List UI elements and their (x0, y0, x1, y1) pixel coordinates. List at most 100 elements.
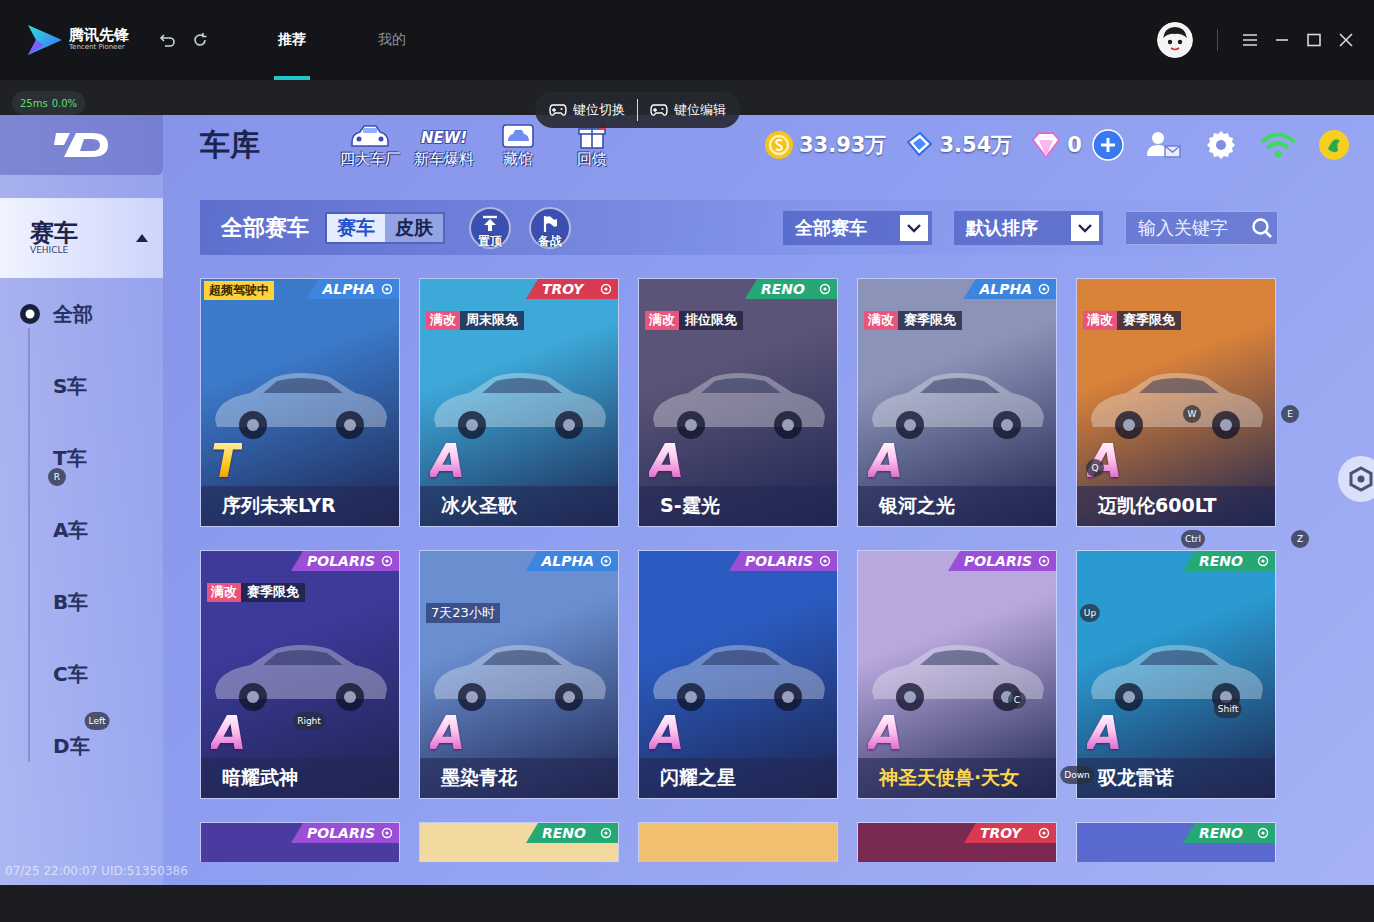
dropdown[interactable]: 全部赛车 (783, 211, 932, 245)
car-card[interactable] (638, 822, 838, 862)
key-hint[interactable]: Z (1291, 530, 1309, 548)
car-card[interactable]: POLARIS 满改赛季限免 A 暗耀武神 (200, 550, 400, 799)
car-name: 驭龙雷诺 (1077, 758, 1275, 798)
currency-value: 33.93万 (799, 131, 886, 159)
car-name: 序列未来LYR (201, 486, 399, 526)
garage-header: 车库 四大车厂NEW! 新车爆料 藏馆 回馈 33.93万 3.54万 0 (200, 115, 1374, 175)
add-currency-icon[interactable] (1092, 129, 1124, 161)
car-card[interactable]: POLARIS (200, 822, 400, 862)
currency: 0 (1030, 130, 1082, 160)
toggle-option[interactable]: 皮肤 (385, 214, 443, 242)
category-item[interactable]: C车 (0, 638, 163, 710)
car-card[interactable]: ALPHA 满改赛季限免 A 银河之光 (857, 278, 1057, 527)
key-hint[interactable]: Up (1080, 604, 1100, 622)
emulator-window: 腾讯先锋 Tencent Pioneer 推荐我的 25ms 0.0% 赛车 V… (0, 0, 1374, 922)
brand-emblem-icon (1038, 283, 1050, 295)
car-name: 迈凯伦600LT (1077, 486, 1275, 526)
car-card[interactable]: 满改赛季限免 A 迈凯伦600LT (1076, 278, 1276, 527)
coin-icon (764, 130, 794, 160)
maximize-icon[interactable] (1306, 33, 1322, 47)
dropdown[interactable]: 默认排序 (954, 211, 1103, 245)
brand-badge: TROY (964, 823, 1056, 843)
game-logo[interactable] (0, 115, 163, 175)
category-item[interactable]: B车 (0, 566, 163, 638)
key-hint[interactable]: Shift (1214, 700, 1242, 718)
shortcut-label: 藏馆 (503, 150, 533, 169)
museum-icon (500, 122, 536, 150)
grade-letter: A (649, 438, 685, 484)
brand-emblem-icon (381, 283, 393, 295)
car-card[interactable]: TROY 满改周末限免 A 冰火圣歌 (419, 278, 619, 527)
category-item[interactable]: T车 (0, 422, 163, 494)
category-item[interactable]: S车 (0, 350, 163, 422)
shortcut-button[interactable]: 回馈 (560, 122, 624, 169)
shortcut-button[interactable]: NEW! 新车爆料 (412, 122, 476, 169)
app-logo[interactable]: 腾讯先锋 Tencent Pioneer (24, 23, 129, 57)
grade-letter: A (1087, 710, 1123, 756)
grade-letter: A (868, 710, 904, 756)
shortcut-button[interactable]: 四大车厂 (338, 122, 402, 169)
refresh-icon[interactable] (191, 31, 209, 49)
grade-letter: A (430, 710, 466, 756)
category-item[interactable]: D车 (0, 710, 163, 782)
tab[interactable]: 我的 (376, 0, 408, 80)
search-field[interactable]: 输入关键字 (1125, 211, 1278, 245)
car-name: 墨染青花 (420, 758, 618, 798)
brand-badge: RENO (526, 823, 618, 843)
car-image (639, 823, 837, 862)
car-card[interactable]: POLARIS A 神圣天使兽·天女 (857, 550, 1057, 799)
car-card[interactable]: TROY (857, 822, 1057, 862)
close-icon[interactable] (1338, 33, 1354, 47)
hexagon-icon (1348, 466, 1374, 492)
key-hint[interactable]: Left (85, 712, 110, 730)
brand-emblem-icon (600, 827, 612, 839)
key-hint[interactable]: Right (293, 712, 325, 730)
game-center-icon[interactable] (1318, 129, 1350, 161)
card-tag: 排位限免 (679, 311, 743, 330)
brand-emblem-icon (1257, 827, 1269, 839)
car-silhouette-icon (1081, 621, 1271, 721)
search-icon[interactable] (1251, 217, 1273, 239)
menu-icon[interactable] (1242, 33, 1258, 47)
grade-letter: A (649, 710, 685, 756)
avatar[interactable] (1157, 22, 1193, 58)
settings-gear-icon[interactable] (1204, 128, 1238, 162)
category-tab[interactable]: 赛车 VEHICLE (0, 198, 163, 278)
car-card[interactable]: RENO A 驭龙雷诺 (1076, 550, 1276, 799)
car-card[interactable]: RENO (1076, 822, 1276, 862)
key-hint[interactable]: Ctrl (1181, 530, 1205, 548)
wifi-icon (1260, 130, 1296, 160)
key-hint[interactable]: E (1281, 405, 1299, 423)
tab[interactable]: 推荐 (276, 0, 308, 80)
car-card[interactable]: RENO (419, 822, 619, 862)
category-item[interactable]: A车 (0, 494, 163, 566)
car-card[interactable]: POLARIS A 闪耀之星 (638, 550, 838, 799)
pioneer-logo-icon (24, 23, 66, 57)
shortcut-button[interactable]: 藏馆 (486, 122, 550, 169)
card-tag: 赛季限免 (898, 311, 962, 330)
title-bar: 腾讯先锋 Tencent Pioneer 推荐我的 (0, 0, 1374, 80)
action-button[interactable]: 置顶 (469, 207, 511, 249)
grade-letter: A (430, 438, 466, 484)
key-hint[interactable]: R (48, 468, 66, 486)
key-hint[interactable]: Q (1086, 459, 1104, 477)
car-factory-icon (348, 122, 392, 150)
action-button[interactable]: 备战 (529, 207, 571, 249)
selected-dot-icon (19, 303, 41, 325)
category-item[interactable]: 全部 (0, 278, 163, 350)
key-hint[interactable]: C (1008, 691, 1026, 709)
key-hint[interactable]: Down (1060, 766, 1094, 784)
toolbar-button[interactable]: 键位切换 (549, 101, 625, 119)
car-name: 闪耀之星 (639, 758, 837, 798)
toggle-option[interactable]: 赛车 (327, 214, 385, 242)
divider (637, 99, 638, 121)
car-card[interactable]: ALPHA 7天23小时 A 墨染青花 (419, 550, 619, 799)
minimize-icon[interactable] (1274, 33, 1290, 47)
car-card[interactable]: ALPHA 超频驾驶中 T 序列未来LYR (200, 278, 400, 527)
key-hint[interactable]: W (1183, 405, 1201, 423)
car-name: S-霆光 (639, 486, 837, 526)
car-card[interactable]: RENO 满改排位限免 A S-霆光 (638, 278, 838, 527)
back-icon[interactable] (159, 31, 177, 49)
friends-mail-icon[interactable] (1144, 128, 1182, 162)
toolbar-button[interactable]: 键位编辑 (650, 101, 726, 119)
